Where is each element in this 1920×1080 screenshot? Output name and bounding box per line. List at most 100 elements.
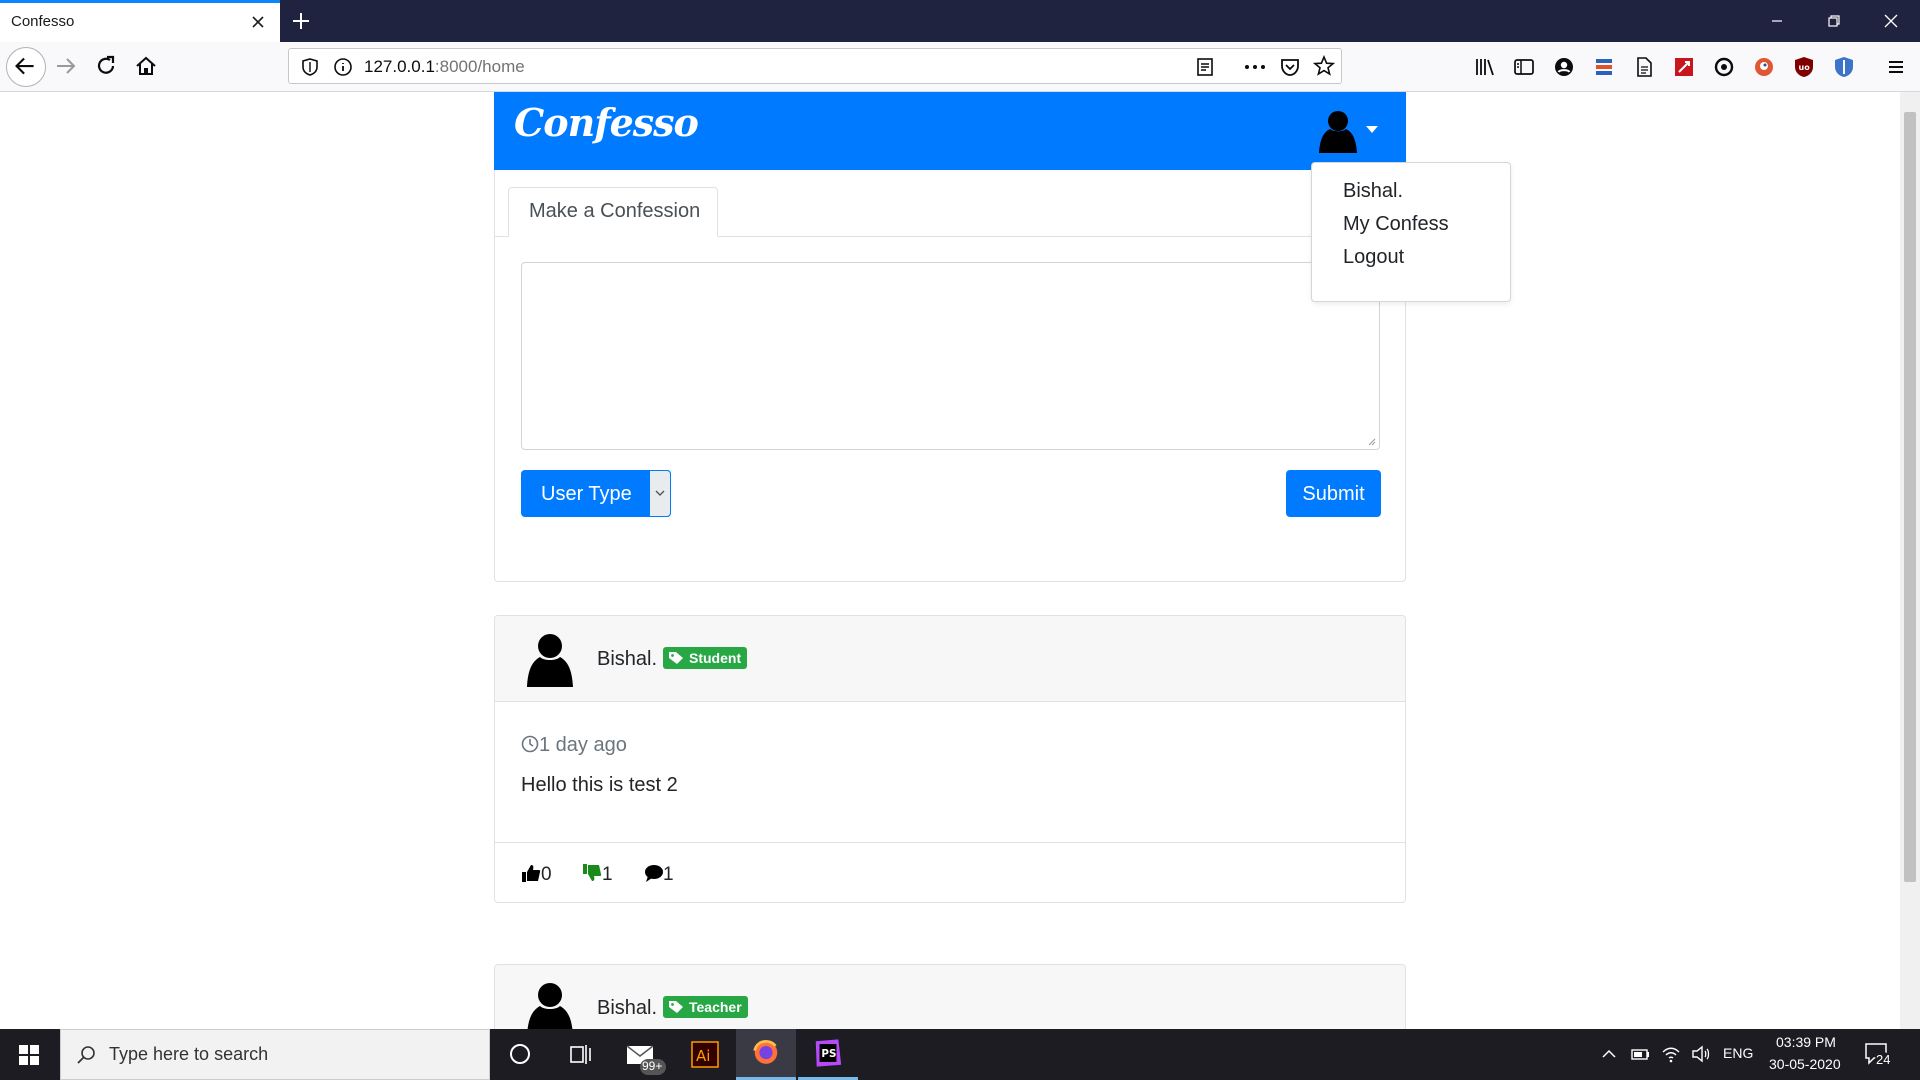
wifi-icon[interactable] [1660, 1043, 1682, 1065]
chevron-down-icon [655, 490, 665, 496]
submit-button[interactable]: Submit [1286, 470, 1381, 517]
illustrator-icon[interactable]: Ai [674, 1029, 734, 1080]
confession-post: Bishal. Student 1 day ago Hello this is … [494, 615, 1406, 903]
resize-grip-icon[interactable] [1366, 436, 1376, 446]
tag-icon [669, 1001, 683, 1013]
url-path: :8000/home [434, 57, 525, 76]
restore-icon[interactable] [1825, 12, 1843, 30]
sync-extension-icon[interactable] [1713, 56, 1735, 78]
task-view-icon[interactable] [550, 1029, 610, 1080]
tab-title: Confesso [11, 13, 75, 30]
user-type-badge: Student [663, 647, 748, 669]
account-icon[interactable] [1553, 56, 1575, 78]
post-time-text: 1 day ago [539, 734, 627, 756]
dislike-count: 1 [602, 864, 613, 885]
back-button[interactable] [6, 47, 46, 87]
extension-stack-icon[interactable] [1593, 56, 1615, 78]
reload-icon[interactable] [92, 52, 120, 80]
mail-badge: 99+ [642, 1059, 663, 1073]
user-type-badge: Teacher [663, 996, 748, 1018]
battery-icon[interactable] [1630, 1044, 1652, 1064]
windows-start-icon[interactable] [0, 1029, 60, 1080]
confession-textarea[interactable] [521, 262, 1380, 450]
search-icon [77, 1046, 95, 1064]
comment-button[interactable]: 1 [643, 863, 674, 886]
dropdown-item-username[interactable]: Bishal. [1343, 180, 1403, 203]
site-navbar: Confesso [494, 92, 1406, 170]
mail-app[interactable]: 99+ [612, 1029, 672, 1080]
ublock-extension-icon[interactable]: uo [1793, 56, 1815, 78]
minimize-icon[interactable] [1768, 12, 1786, 30]
sidebar-icon[interactable] [1513, 56, 1535, 78]
document-extension-icon[interactable] [1633, 56, 1655, 78]
taskbar-search[interactable]: Type here to search [60, 1029, 490, 1080]
privacy-badger-icon[interactable] [1833, 56, 1855, 78]
select-arrow[interactable] [649, 470, 671, 517]
library-icon[interactable] [1474, 56, 1496, 78]
browser-tab-strip: Confesso [0, 0, 1920, 42]
reader-view-icon[interactable] [1195, 57, 1215, 77]
like-button[interactable]: 0 [521, 863, 552, 886]
tab-make-confession[interactable]: Make a Confession [508, 187, 718, 237]
forward-icon[interactable] [52, 52, 80, 80]
cortana-icon[interactable] [490, 1029, 550, 1080]
dropdown-item-my-confess[interactable]: My Confess [1343, 213, 1449, 236]
clock-icon [521, 735, 539, 753]
bookmark-star-icon[interactable] [1313, 55, 1335, 77]
page-actions-icon[interactable] [1243, 57, 1267, 77]
address-bar[interactable]: 127.0.0.1:8000/home [288, 48, 1342, 84]
duckduckgo-extension-icon[interactable] [1753, 56, 1775, 78]
new-tab-icon[interactable] [290, 10, 312, 32]
site-brand[interactable]: Confesso [514, 100, 699, 145]
svg-text:PS: PS [821, 1048, 836, 1060]
svg-text:Ai: Ai [696, 1047, 710, 1065]
clock-date[interactable]: 30-05-2020 [1769, 1056, 1841, 1072]
dropdown-item-logout[interactable]: Logout [1343, 246, 1404, 269]
post-author: Bishal. [597, 997, 658, 1019]
web-page: Confesso Bishal. My Confess Logout Make … [0, 92, 1920, 1029]
author-avatar-icon [527, 983, 573, 1029]
notifications-button[interactable]: 24 [1862, 1039, 1892, 1069]
svg-text:uo: uo [1799, 63, 1811, 72]
arrow-left-icon [15, 57, 34, 75]
url-text: 127.0.0.1:8000/home [364, 57, 525, 77]
comment-count: 1 [663, 864, 674, 885]
close-window-icon[interactable] [1882, 12, 1900, 30]
browser-tab[interactable]: Confesso [0, 0, 280, 42]
post-header: Bishal. Student [495, 616, 1405, 702]
thumbs-down-icon [583, 864, 602, 881]
close-tab-icon[interactable] [250, 14, 266, 30]
post-author: Bishal. [597, 648, 658, 670]
pocket-icon[interactable] [1279, 56, 1301, 78]
confession-form-card: Make a Confession User Type Submit [494, 170, 1406, 582]
post-header: Bishal. Teacher [495, 965, 1405, 1029]
browser-toolbar: 127.0.0.1:8000/home uo [0, 42, 1920, 92]
clock-time[interactable]: 03:39 PM [1776, 1034, 1836, 1050]
volume-icon[interactable] [1690, 1043, 1712, 1065]
badge-label: Teacher [689, 999, 742, 1015]
thumbs-up-icon [522, 865, 541, 882]
tag-icon [669, 652, 683, 664]
chevron-down-icon[interactable] [1366, 126, 1378, 133]
page-scrollbar[interactable] [1900, 92, 1920, 1029]
user-avatar-icon[interactable] [1318, 108, 1358, 154]
user-dropdown-menu: Bishal. My Confess Logout [1311, 162, 1511, 302]
pdf-extension-icon[interactable] [1673, 56, 1695, 78]
confession-post: Bishal. Teacher [494, 964, 1406, 1029]
dislike-button[interactable]: 1 [582, 863, 613, 886]
language-indicator[interactable]: ENG [1723, 1045, 1753, 1061]
like-count: 0 [541, 864, 552, 885]
search-placeholder: Type here to search [109, 1044, 269, 1064]
scrollbar-thumb[interactable] [1904, 112, 1916, 882]
chevron-up-icon[interactable] [1600, 1045, 1618, 1063]
user-type-select[interactable]: User Type [521, 470, 671, 517]
home-icon[interactable] [132, 52, 160, 80]
firefox-icon[interactable] [736, 1029, 796, 1080]
notification-count: 24 [1876, 1052, 1891, 1067]
phpstorm-icon[interactable]: PS [798, 1029, 858, 1080]
comment-icon [645, 865, 663, 882]
tracking-shield-icon[interactable] [301, 57, 319, 77]
site-info-icon[interactable] [333, 57, 353, 77]
url-host: 127.0.0.1 [364, 57, 435, 76]
menu-hamburger-icon[interactable] [1885, 56, 1907, 78]
